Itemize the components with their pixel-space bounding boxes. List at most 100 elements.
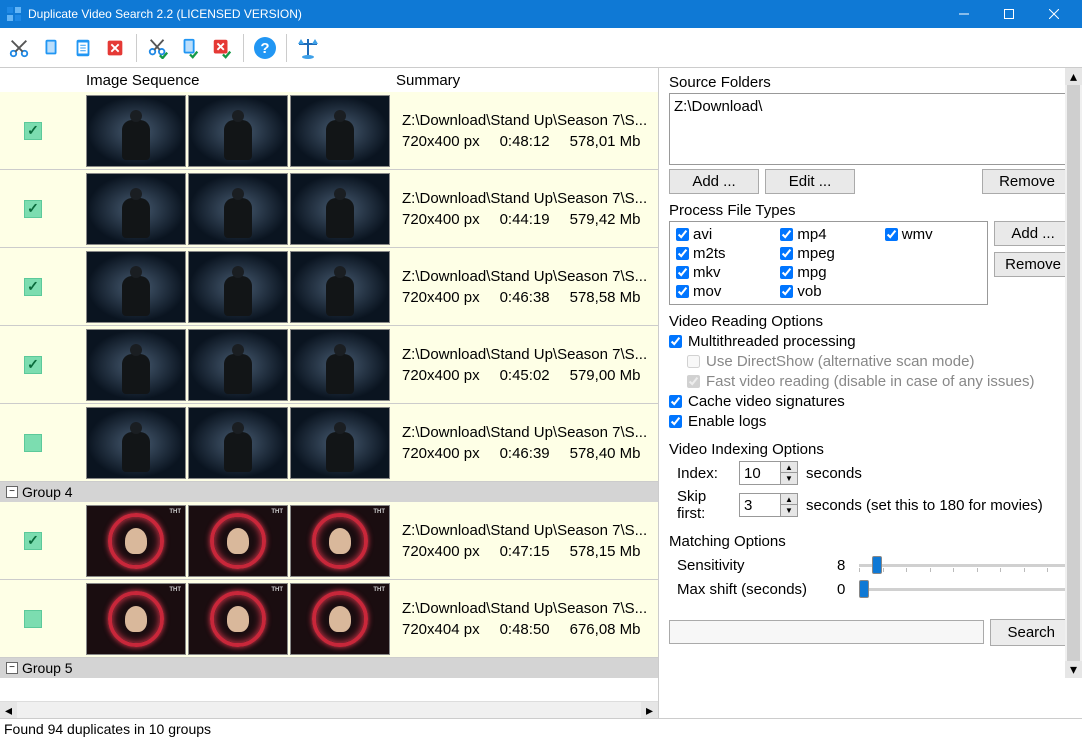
- maximize-button[interactable]: [986, 0, 1031, 28]
- copy-button[interactable]: [36, 33, 66, 63]
- filetype-mov[interactable]: mov: [676, 283, 772, 300]
- skip-spinner[interactable]: ▲▼: [739, 493, 798, 517]
- cut-button[interactable]: [4, 33, 34, 63]
- app-icon: [6, 6, 22, 22]
- file-path: Z:\Download\Stand Up\Season 7\S...: [402, 520, 652, 541]
- cache-signatures-checkbox[interactable]: Cache video signatures: [669, 393, 1072, 410]
- settings-panel: Source Folders Add ... Edit ... Remove P…: [659, 68, 1082, 718]
- index-down[interactable]: ▼: [781, 473, 797, 484]
- group-header[interactable]: −Group 4: [0, 482, 658, 502]
- edit-folder-button[interactable]: Edit ...: [765, 169, 855, 194]
- horizontal-scrollbar[interactable]: ◂ ▸: [0, 701, 658, 718]
- scroll-down-button[interactable]: ▾: [1065, 661, 1082, 678]
- filetype-mp4[interactable]: mp4: [780, 226, 876, 243]
- remove-folder-button[interactable]: Remove: [982, 169, 1072, 194]
- result-row[interactable]: Z:\Download\Stand Up\Season 7\S...720x40…: [0, 92, 658, 170]
- filetype-avi[interactable]: avi: [676, 226, 772, 243]
- thumbnail: [290, 407, 390, 479]
- row-checkbox[interactable]: [24, 200, 42, 218]
- index-spinner[interactable]: ▲▼: [739, 461, 798, 485]
- scroll-left-button[interactable]: ◂: [0, 702, 17, 719]
- file-size: 578,58 Mb: [570, 287, 641, 308]
- add-file-type-button[interactable]: Add ...: [994, 221, 1072, 246]
- resolution: 720x400 px: [402, 541, 480, 562]
- duration: 0:45:02: [500, 365, 550, 386]
- thumbnail: THT: [188, 583, 288, 655]
- result-row[interactable]: THTTHTTHTZ:\Download\Stand Up\Season 7\S…: [0, 580, 658, 658]
- max-shift-label: Max shift (seconds): [669, 581, 829, 598]
- result-row[interactable]: Z:\Download\Stand Up\Season 7\S...720x40…: [0, 404, 658, 482]
- group-header[interactable]: −Group 5: [0, 658, 658, 678]
- filetype-m2ts[interactable]: m2ts: [676, 245, 772, 262]
- delete-checked-button[interactable]: [207, 33, 237, 63]
- vertical-scrollbar[interactable]: ▴ ▾: [1065, 68, 1082, 678]
- duration: 0:47:15: [500, 541, 550, 562]
- scroll-up-button[interactable]: ▴: [1065, 68, 1082, 85]
- scroll-right-button[interactable]: ▸: [641, 702, 658, 719]
- source-folders-input[interactable]: [669, 93, 1072, 165]
- skip-input[interactable]: [740, 494, 780, 516]
- enable-logs-checkbox[interactable]: Enable logs: [669, 413, 1072, 430]
- minimize-button[interactable]: [941, 0, 986, 28]
- cut-checked-button[interactable]: [143, 33, 173, 63]
- thumbnail: THT: [86, 505, 186, 577]
- filetype-mpg[interactable]: mpg: [780, 264, 876, 281]
- thumbnail: [188, 407, 288, 479]
- filetype-vob[interactable]: vob: [780, 283, 876, 300]
- file-path: Z:\Download\Stand Up\Season 7\S...: [402, 266, 652, 287]
- result-row[interactable]: Z:\Download\Stand Up\Season 7\S...720x40…: [0, 326, 658, 404]
- row-checkbox[interactable]: [24, 610, 42, 628]
- video-reading-options-label: Video Reading Options: [669, 313, 1072, 330]
- search-button[interactable]: Search: [990, 619, 1072, 646]
- row-checkbox[interactable]: [24, 532, 42, 550]
- group-label: Group 5: [22, 660, 73, 676]
- filetype-mkv[interactable]: mkv: [676, 264, 772, 281]
- column-headers: Image Sequence Summary: [0, 68, 658, 92]
- duration: 0:48:50: [500, 619, 550, 640]
- compare-button[interactable]: [293, 33, 323, 63]
- directshow-checkbox: Use DirectShow (alternative scan mode): [687, 353, 1072, 370]
- thumbnail: [290, 329, 390, 401]
- thumbnail: [188, 95, 288, 167]
- process-file-types-label: Process File Types: [669, 202, 1072, 219]
- index-input[interactable]: [740, 462, 780, 484]
- filetype-mpeg[interactable]: mpeg: [780, 245, 876, 262]
- file-types-list: avi mp4 wmv m2ts mpeg mkv mpg mov vob: [669, 221, 988, 305]
- duration: 0:46:38: [500, 287, 550, 308]
- add-folder-button[interactable]: Add ...: [669, 169, 759, 194]
- row-checkbox[interactable]: [24, 278, 42, 296]
- copy-checked-button[interactable]: [175, 33, 205, 63]
- result-row[interactable]: Z:\Download\Stand Up\Season 7\S...720x40…: [0, 170, 658, 248]
- help-button[interactable]: ?: [250, 33, 280, 63]
- filetype-wmv[interactable]: wmv: [885, 226, 981, 243]
- max-shift-slider[interactable]: [859, 580, 1072, 598]
- row-checkbox[interactable]: [24, 434, 42, 452]
- thumbnail: [290, 173, 390, 245]
- thumbnail: [188, 251, 288, 323]
- status-bar: Found 94 duplicates in 10 groups: [0, 718, 1082, 738]
- delete-button[interactable]: [100, 33, 130, 63]
- file-size: 578,01 Mb: [570, 131, 641, 152]
- index-up[interactable]: ▲: [781, 462, 797, 473]
- row-checkbox[interactable]: [24, 122, 42, 140]
- skip-down[interactable]: ▼: [781, 505, 797, 516]
- close-button[interactable]: [1031, 0, 1076, 28]
- skip-up[interactable]: ▲: [781, 494, 797, 505]
- multithreaded-checkbox[interactable]: Multithreaded processing: [669, 333, 1072, 350]
- row-checkbox[interactable]: [24, 356, 42, 374]
- result-row[interactable]: THTTHTTHTZ:\Download\Stand Up\Season 7\S…: [0, 502, 658, 580]
- sensitivity-slider[interactable]: [859, 556, 1072, 574]
- collapse-icon[interactable]: −: [6, 662, 18, 674]
- resolution: 720x400 px: [402, 131, 480, 152]
- status-text: Found 94 duplicates in 10 groups: [4, 721, 211, 737]
- paste-button[interactable]: [68, 33, 98, 63]
- source-folders-label: Source Folders: [669, 74, 1072, 91]
- resolution: 720x400 px: [402, 287, 480, 308]
- resolution: 720x400 px: [402, 365, 480, 386]
- remove-file-type-button[interactable]: Remove: [994, 252, 1072, 277]
- result-row[interactable]: Z:\Download\Stand Up\Season 7\S...720x40…: [0, 248, 658, 326]
- collapse-icon[interactable]: −: [6, 486, 18, 498]
- skip-label: Skip first:: [669, 488, 731, 522]
- thumbnail: THT: [290, 505, 390, 577]
- separator: [286, 34, 287, 62]
